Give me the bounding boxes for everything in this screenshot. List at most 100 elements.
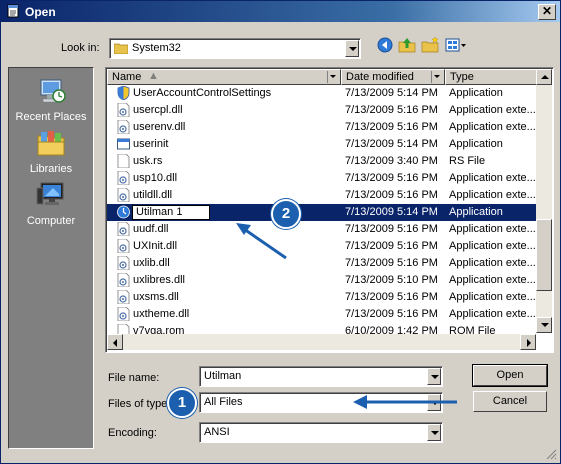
place-label: Recent Places xyxy=(15,111,87,123)
title-bar[interactable]: Open ✕ xyxy=(1,1,560,22)
file-type-cell: Application xyxy=(449,206,503,218)
file-type-cell: Application xyxy=(449,87,503,99)
column-header-date[interactable]: Date modified xyxy=(341,69,445,85)
file-name-cell: usk.rs xyxy=(133,155,163,167)
chevron-down-icon[interactable] xyxy=(345,40,359,57)
file-name-cell: uxlibres.dll xyxy=(133,274,185,286)
chevron-down-icon[interactable] xyxy=(427,368,441,385)
resize-grip-icon[interactable] xyxy=(545,448,557,460)
scroll-thumb[interactable] xyxy=(536,219,552,291)
file-row[interactable]: usk.rs 7/13/2009 3:40 PM RS File xyxy=(107,153,536,170)
folder-icon xyxy=(114,43,128,54)
file-date-cell: 7/13/2009 5:16 PM xyxy=(345,104,438,116)
look-in-label: Look in: xyxy=(61,42,100,54)
file-type-label: Files of type: xyxy=(108,398,171,410)
file-type-dropdown[interactable]: All Files xyxy=(199,392,443,413)
chevron-down-icon[interactable] xyxy=(427,394,441,411)
file-row[interactable]: uxlib.dll 7/13/2009 5:16 PM Application ex… xyxy=(107,255,536,272)
file-type-cell: Application exte... xyxy=(449,240,535,252)
file-name-cell: usercpl.dll xyxy=(133,104,183,116)
file-type-cell: Application exte... xyxy=(449,291,535,303)
file-date-cell: 7/13/2009 5:14 PM xyxy=(345,206,438,218)
file-date-cell: 7/13/2009 5:16 PM xyxy=(345,121,438,133)
file-date-cell: 7/13/2009 5:16 PM xyxy=(345,291,438,303)
file-row[interactable]: userinit 7/13/2009 5:14 PM Application xyxy=(107,136,536,153)
shield-app-icon xyxy=(117,85,130,101)
file-row[interactable]: uxsms.dll 7/13/2009 5:16 PM Application ex… xyxy=(107,289,536,306)
file-row[interactable]: uxlibres.dll 7/13/2009 5:10 PM Application… xyxy=(107,272,536,289)
dll-icon xyxy=(117,306,130,322)
file-name-cell: uxsms.dll xyxy=(133,291,179,303)
encoding-value: ANSI xyxy=(204,426,230,438)
file-list[interactable]: Name ▲ Date modified Type UserAccountCon… xyxy=(105,67,554,353)
file-name-cell: uudf.dll xyxy=(133,223,169,235)
view-menu-icon[interactable] xyxy=(444,35,468,55)
place-computer[interactable]: Computer xyxy=(9,180,93,227)
chevron-down-icon[interactable] xyxy=(427,424,441,441)
up-folder-icon[interactable] xyxy=(397,35,417,55)
encoding-dropdown[interactable]: ANSI xyxy=(199,422,443,443)
file-row[interactable]: UserAccountControlSettings 7/13/2009 5:14… xyxy=(107,85,536,102)
dll-icon xyxy=(117,170,130,186)
scroll-down-button[interactable] xyxy=(536,317,552,333)
file-row[interactable]: UXInit.dll 7/13/2009 5:16 PM Application e… xyxy=(107,238,536,255)
scroll-left-button[interactable] xyxy=(107,334,123,350)
horizontal-scrollbar[interactable] xyxy=(107,334,536,350)
open-dialog: Open ✕ Look in: System32 Recent Places L… xyxy=(0,0,561,464)
rename-input[interactable]: Utilman 1 xyxy=(132,205,210,220)
file-name-label: File name: xyxy=(108,372,160,384)
file-date-cell: 7/13/2009 5:10 PM xyxy=(345,274,438,286)
file-date-cell: 7/13/2009 5:16 PM xyxy=(345,257,438,269)
encoding-label: Encoding: xyxy=(108,427,157,439)
utilman-icon xyxy=(117,205,130,219)
place-label: Libraries xyxy=(29,163,73,175)
file-date-cell: 7/13/2009 5:14 PM xyxy=(345,138,438,150)
file-row[interactable]: usercpl.dll 7/13/2009 5:16 PM Application … xyxy=(107,102,536,119)
dll-icon xyxy=(117,238,130,254)
file-name-cell: Utilman 1 xyxy=(136,206,183,218)
look-in-dropdown[interactable]: System32 xyxy=(109,38,361,59)
blank-file-icon xyxy=(117,153,130,169)
column-filter-icon[interactable] xyxy=(431,71,443,83)
file-name-cell: uxlib.dll xyxy=(133,257,170,269)
scroll-up-button[interactable] xyxy=(536,69,552,85)
file-row[interactable]: utildll.dll 7/13/2009 5:16 PM Application … xyxy=(107,187,536,204)
look-in-value: System32 xyxy=(132,42,181,54)
back-icon[interactable] xyxy=(375,35,395,55)
file-name-cell: UserAccountControlSettings xyxy=(133,87,272,99)
dll-icon xyxy=(117,255,130,271)
file-name-field[interactable]: Utilman xyxy=(199,366,443,387)
file-date-cell: 7/13/2009 3:40 PM xyxy=(345,155,438,167)
file-row[interactable]: uxtheme.dll 7/13/2009 5:16 PM Application … xyxy=(107,306,536,323)
cancel-button[interactable]: Cancel xyxy=(473,391,547,412)
file-date-cell: 7/13/2009 5:16 PM xyxy=(345,308,438,320)
place-libraries[interactable]: Libraries xyxy=(9,128,93,175)
column-header-type[interactable]: Type xyxy=(445,69,537,85)
recent-places-icon xyxy=(40,79,66,103)
place-recent-places[interactable]: Recent Places xyxy=(9,76,93,123)
scroll-right-button[interactable] xyxy=(520,334,536,350)
file-date-cell: 7/13/2009 5:16 PM xyxy=(345,172,438,184)
file-name-cell: uxtheme.dll xyxy=(133,308,190,320)
file-type-cell: Application exte... xyxy=(449,121,535,133)
vertical-scrollbar[interactable] xyxy=(536,69,552,333)
file-row[interactable]: uudf.dll 7/13/2009 5:16 PM Application ext… xyxy=(107,221,536,238)
open-button[interactable]: Open xyxy=(472,364,548,387)
window-title: Open xyxy=(25,5,56,19)
dll-icon xyxy=(117,272,130,288)
file-date-cell: 7/13/2009 5:16 PM xyxy=(345,189,438,201)
file-row[interactable]: userenv.dll 7/13/2009 5:16 PM Application … xyxy=(107,119,536,136)
new-folder-icon[interactable] xyxy=(420,35,440,55)
places-bar: Recent Places Libraries Computer xyxy=(8,67,94,449)
file-row[interactable]: usp10.dll 7/13/2009 5:16 PM Application ex… xyxy=(107,170,536,187)
file-date-cell: 7/13/2009 5:16 PM xyxy=(345,223,438,235)
file-type-cell: Application exte... xyxy=(449,189,535,201)
column-filter-icon[interactable] xyxy=(327,71,339,83)
file-date-cell: 7/13/2009 5:14 PM xyxy=(345,87,438,99)
file-type-cell: Application exte... xyxy=(449,223,535,235)
close-button[interactable]: ✕ xyxy=(538,4,556,20)
place-label: Computer xyxy=(26,215,76,227)
column-header-name[interactable]: Name ▲ xyxy=(107,69,341,85)
sort-ascending-icon: ▲ xyxy=(148,70,159,82)
file-row[interactable]: Utilman 1 7/13/2009 5:14 PM Application xyxy=(107,204,536,221)
